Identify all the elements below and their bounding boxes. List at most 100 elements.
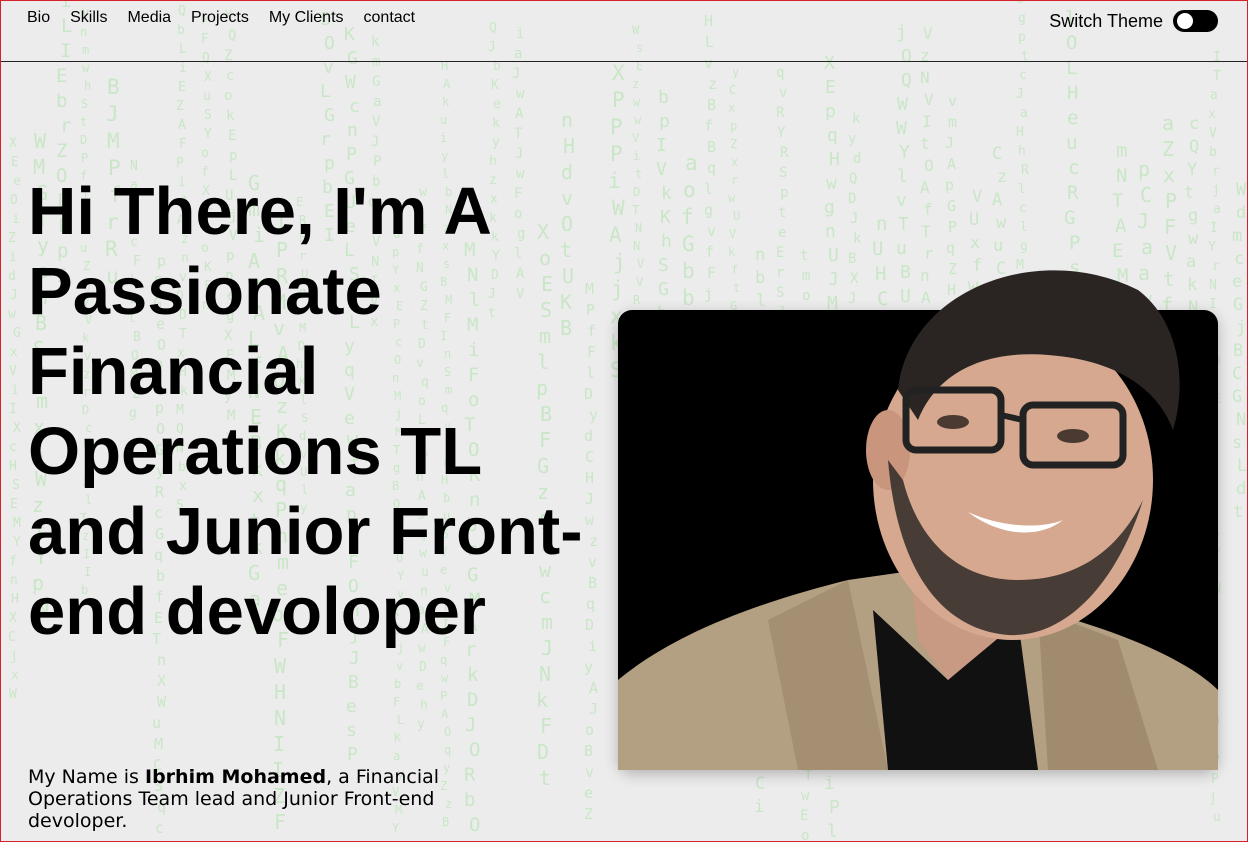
svg-text:J: J [945,134,954,152]
svg-text:N: N [274,706,286,730]
svg-text:r: r [1212,164,1220,179]
hero-intro: My Name is Ibrhim Mohamed, a Financial O… [28,766,498,832]
svg-text:M: M [107,129,120,153]
svg-text:A: A [609,223,622,247]
svg-text:D: D [633,185,640,199]
nav-link-contact[interactable]: contact [364,9,416,27]
svg-text:U: U [969,210,979,230]
svg-text:R: R [776,105,785,121]
svg-text:P: P [829,797,840,818]
svg-text:a: a [373,94,381,110]
svg-text:w: w [516,86,525,102]
svg-text:M: M [13,516,21,531]
svg-text:E: E [56,65,67,87]
svg-text:h: h [489,154,497,169]
svg-text:p: p [825,101,836,122]
svg-text:v: v [779,85,787,101]
svg-text:H: H [1067,82,1078,104]
svg-text:E: E [11,155,19,170]
svg-text:t: t [80,115,87,129]
svg-text:E: E [10,497,18,512]
svg-text:B: B [107,75,120,99]
svg-text:D: D [537,740,549,764]
svg-text:G: G [324,105,335,126]
svg-text:z: z [589,532,598,550]
svg-text:I: I [1210,221,1218,236]
svg-text:Q: Q [849,171,857,187]
svg-text:s: s [346,720,357,741]
svg-text:C: C [755,774,765,794]
svg-text:P: P [346,144,357,165]
svg-text:j: j [1236,318,1246,338]
svg-text:B: B [348,672,359,693]
svg-text:B: B [584,742,593,760]
svg-text:p: p [1138,157,1150,181]
theme-toggle[interactable] [1173,10,1218,32]
svg-text:Y: Y [1187,160,1197,180]
svg-text:X: X [13,421,21,436]
svg-text:W: W [274,654,287,678]
svg-text:a: a [1213,202,1221,217]
svg-text:W: W [34,129,47,153]
svg-text:d: d [853,151,861,167]
toggle-knob [1177,13,1193,29]
svg-text:o: o [683,178,696,202]
nav-link-my-clients[interactable]: My Clients [269,9,344,27]
svg-text:u: u [1066,132,1077,154]
svg-text:d: d [8,269,16,284]
svg-text:G: G [1064,207,1075,229]
svg-text:A: A [920,178,930,197]
svg-text:J: J [106,102,119,126]
svg-text:q: q [707,159,716,177]
svg-text:n: n [876,213,887,235]
svg-text:w: w [826,173,837,194]
svg-text:j: j [10,649,18,664]
svg-text:c: c [1068,157,1079,179]
svg-text:Z: Z [1162,137,1174,161]
svg-text:J: J [371,134,379,150]
svg-text:j: j [1212,183,1220,198]
svg-text:I: I [273,732,285,756]
svg-text:c: c [1234,249,1244,269]
svg-text:V: V [656,159,667,180]
svg-text:F: F [393,695,400,709]
svg-text:X: X [157,672,166,690]
svg-text:H: H [274,680,286,704]
svg-text:X: X [9,611,17,626]
theme-switch-label: Switch Theme [1049,10,1163,31]
svg-text:x: x [731,155,738,169]
svg-text:m: m [948,113,957,131]
nav-link-projects[interactable]: Projects [191,9,249,27]
svg-text:n: n [347,120,358,141]
svg-text:k: k [492,116,500,131]
svg-text:P: P [948,218,957,236]
svg-text:w: w [728,191,736,205]
svg-text:y: y [441,149,448,163]
svg-text:P: P [176,156,184,171]
svg-text:n: n [10,573,18,588]
svg-text:P: P [81,151,88,165]
svg-text:Q: Q [901,70,912,91]
svg-text:P: P [373,154,381,170]
svg-text:H: H [829,149,840,170]
svg-text:K: K [394,731,402,745]
svg-text:G: G [1232,387,1242,407]
svg-text:P: P [1165,189,1177,213]
svg-text:y: y [417,717,425,732]
svg-text:U: U [733,209,740,223]
svg-text:v: v [948,92,957,110]
svg-text:D: D [419,660,427,675]
nav-link-bio[interactable]: Bio [27,9,50,27]
nav-link-media[interactable]: Media [127,9,171,27]
svg-text:q: q [440,653,447,667]
svg-text:w: w [1188,229,1199,249]
svg-text:j: j [1209,791,1217,806]
svg-text:w: w [801,788,810,804]
nav-link-skills[interactable]: Skills [70,9,107,27]
svg-text:S: S [779,165,787,181]
svg-text:A: A [947,155,956,173]
svg-text:J: J [1137,209,1149,233]
svg-text:O: O [469,739,480,761]
svg-text:K: K [491,78,499,93]
svg-text:Z: Z [56,140,67,162]
